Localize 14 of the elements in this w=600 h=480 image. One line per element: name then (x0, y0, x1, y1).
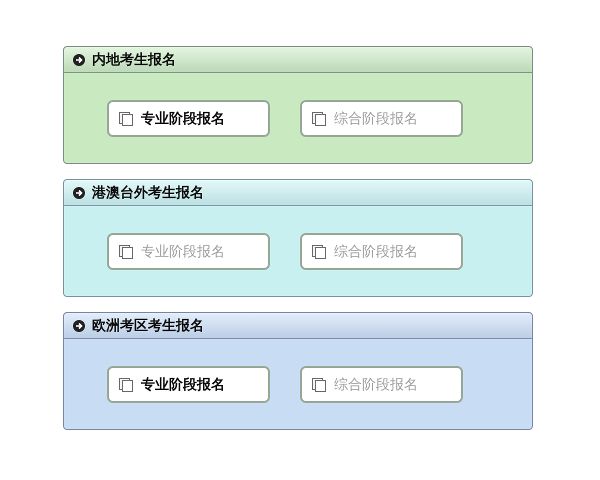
document-icon (119, 244, 133, 258)
section-title: 港澳台外考生报名 (92, 184, 204, 202)
document-icon (119, 112, 133, 126)
arrow-circle-icon (73, 320, 85, 332)
document-icon (312, 378, 326, 392)
document-icon (119, 378, 133, 392)
document-icon (312, 112, 326, 126)
signup-button[interactable]: 专业阶段报名 (107, 100, 270, 137)
section-title: 内地考生报名 (92, 50, 176, 68)
signup-button[interactable]: 专业阶段报名 (107, 366, 270, 403)
section-title: 欧洲考区考生报名 (92, 316, 204, 334)
document-icon (312, 244, 326, 258)
arrow-circle-icon (73, 186, 85, 198)
arrow-circle-icon (73, 54, 85, 66)
